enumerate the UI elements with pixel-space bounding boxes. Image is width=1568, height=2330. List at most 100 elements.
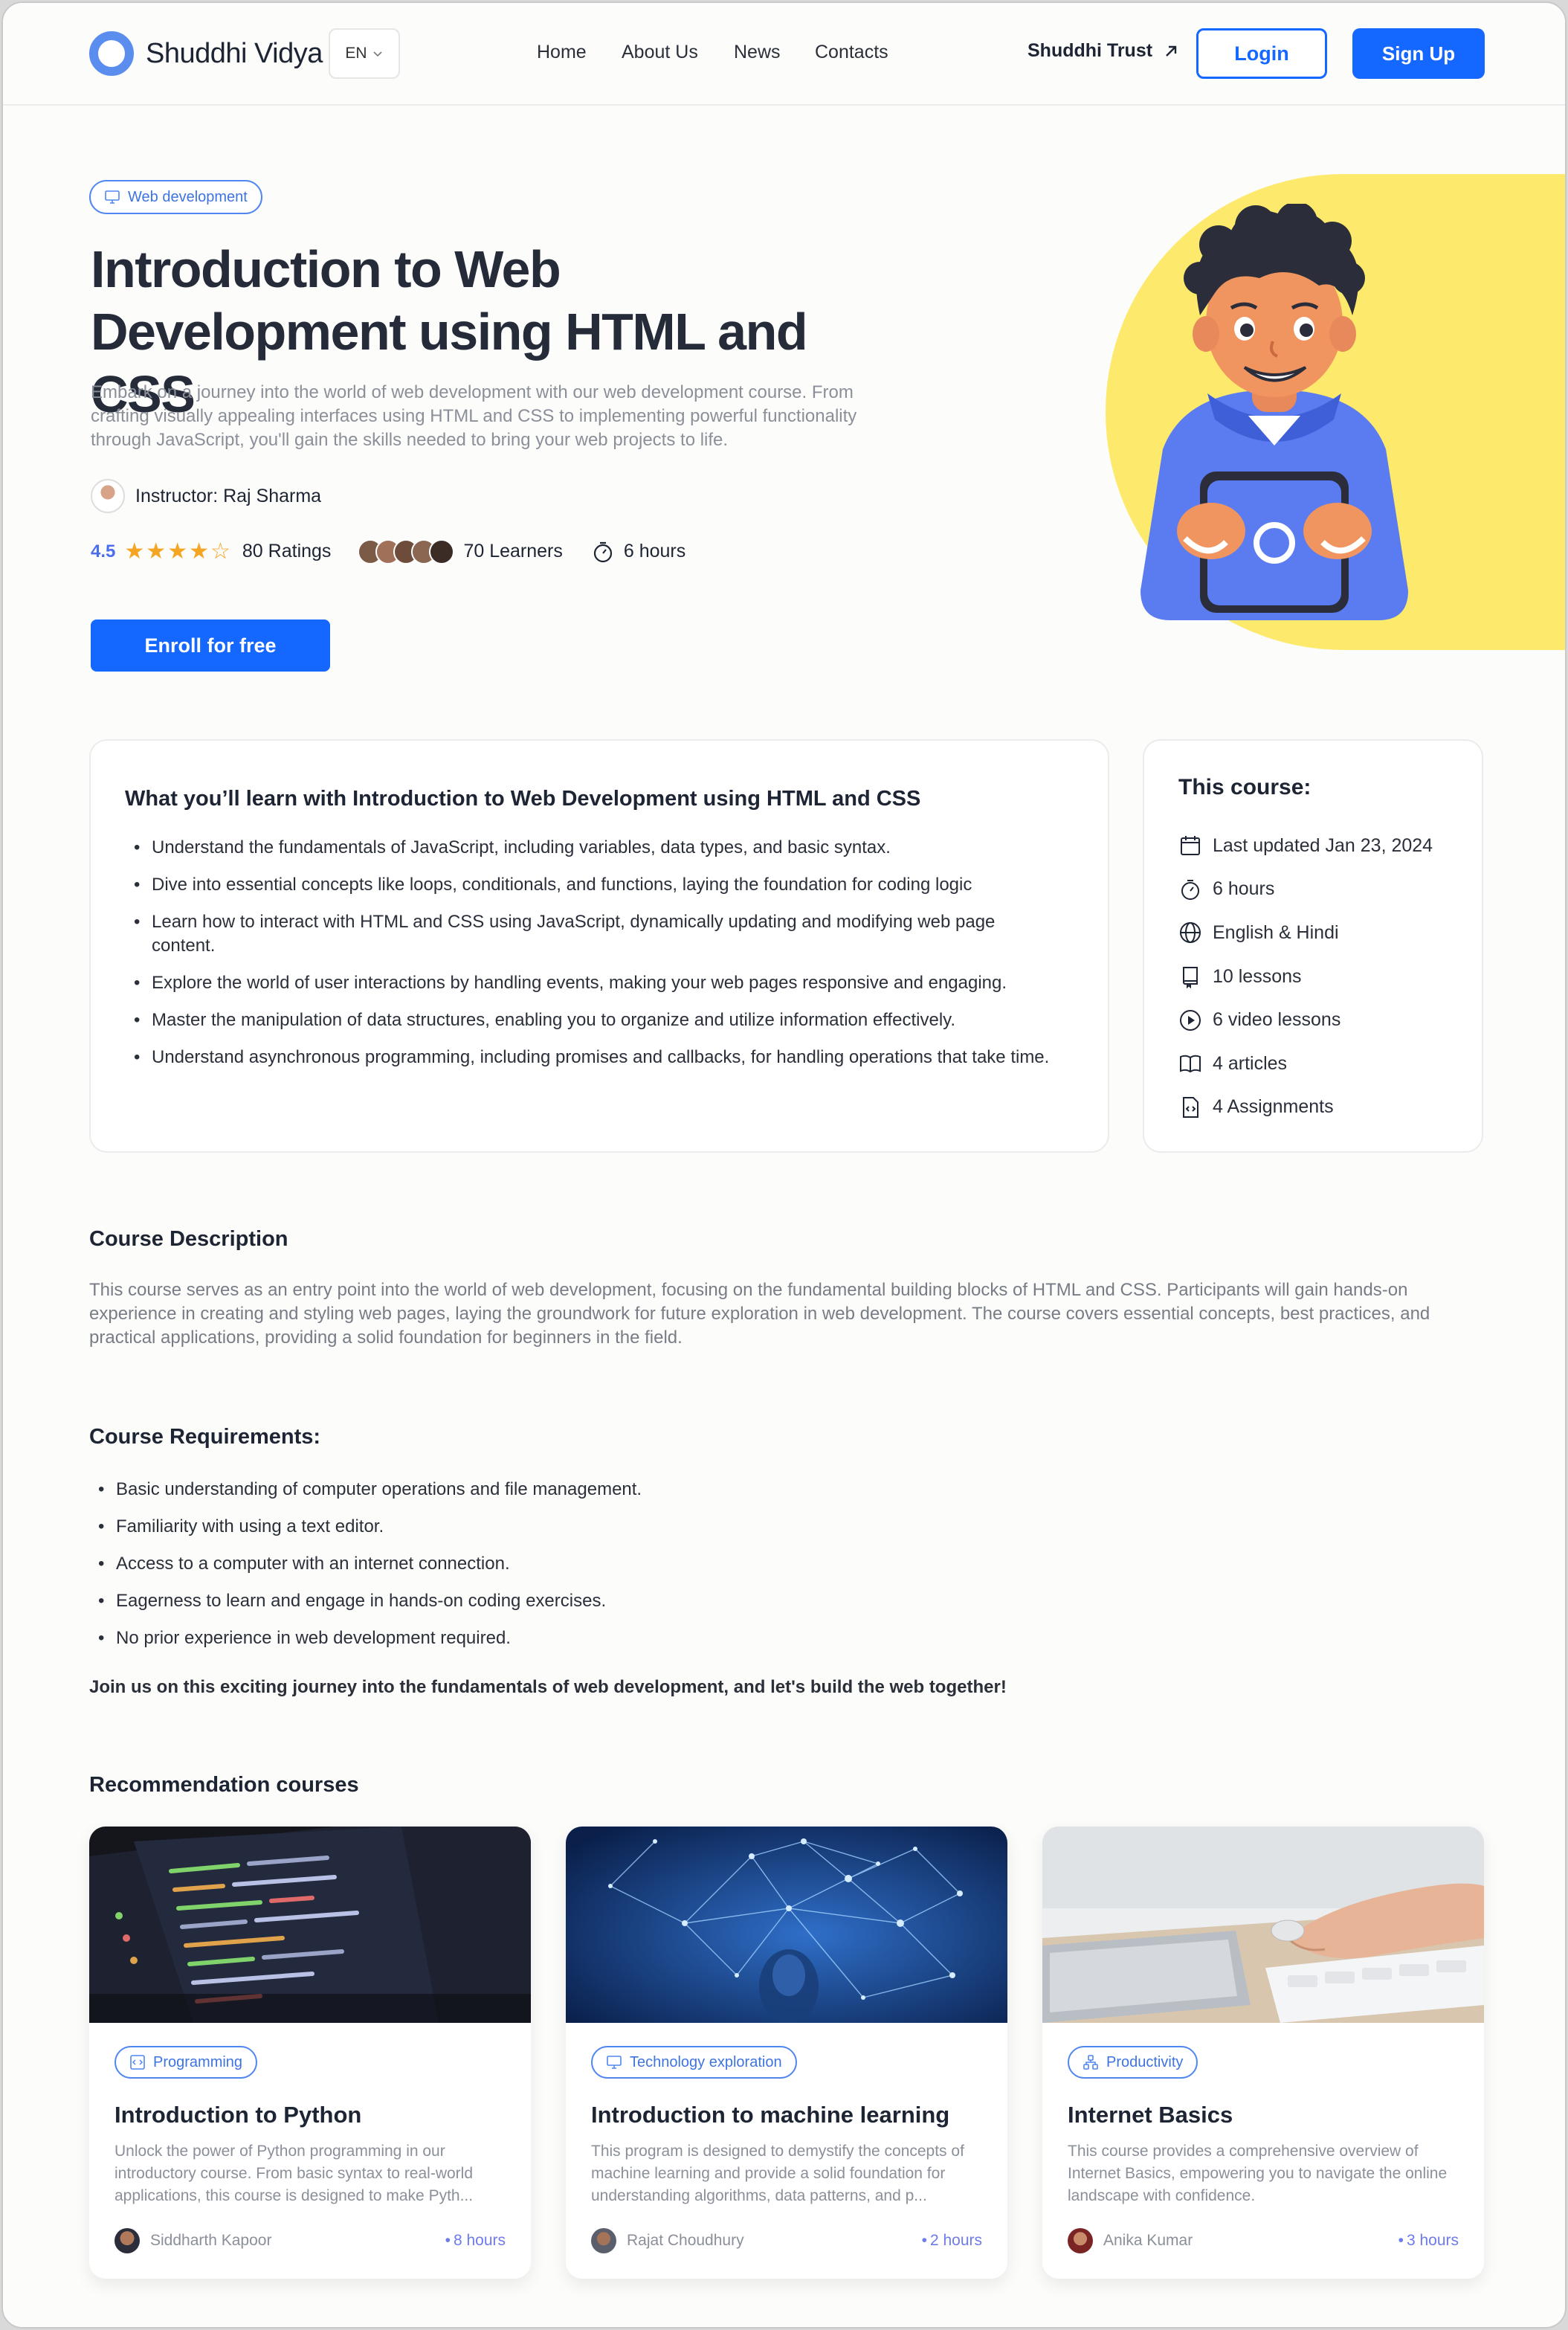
course-info-updated: Last updated Jan 23, 2024 bbox=[1178, 824, 1433, 868]
learn-item: Understand asynchronous programming, inc… bbox=[125, 1046, 1062, 1069]
author-name: Siddharth Kapoor bbox=[150, 2232, 272, 2249]
learn-item: Learn how to interact with HTML and CSS … bbox=[125, 910, 1062, 958]
course-card-duration: 2 hours bbox=[922, 2232, 982, 2250]
code-file-icon bbox=[1183, 1096, 1198, 1118]
closing-statement: Join us on this exciting journey into th… bbox=[89, 1677, 1007, 1697]
course-card-description: This course provides a comprehensive ove… bbox=[1068, 2143, 1448, 2204]
login-button[interactable]: Login bbox=[1196, 28, 1327, 79]
course-card-author: Siddharth Kapoor bbox=[114, 2228, 271, 2253]
calendar-icon bbox=[1181, 836, 1200, 856]
course-tag[interactable]: Technology exploration bbox=[591, 2046, 797, 2079]
keyboard-hand-image bbox=[1042, 1827, 1484, 2023]
learn-item: Understand the fundamentals of JavaScrip… bbox=[125, 836, 1062, 860]
course-info-text: 6 video lessons bbox=[1213, 1009, 1341, 1031]
course-card-description: This program is designed to demystify th… bbox=[591, 2143, 964, 2204]
chevron-down-icon bbox=[373, 51, 382, 57]
shuddhi-trust-link[interactable]: Shuddhi Trust bbox=[1027, 40, 1179, 62]
duration: 6 hours bbox=[591, 540, 685, 564]
requirement-item: Basic understanding of computer operatio… bbox=[89, 1477, 642, 1514]
category-tag[interactable]: Web development bbox=[89, 180, 262, 214]
author-avatar bbox=[114, 2228, 140, 2253]
star-icon: ★ bbox=[189, 539, 209, 564]
requirements-list: Basic understanding of computer operatio… bbox=[89, 1477, 642, 1663]
top-navbar: Shuddhi Vidya EN Home About Us News Cont… bbox=[3, 3, 1565, 106]
nav-about-us[interactable]: About Us bbox=[622, 42, 698, 63]
course-tag-label: Productivity bbox=[1106, 2053, 1184, 2070]
course-card-title: Introduction to machine learning bbox=[591, 2102, 950, 2128]
logo-ring-icon bbox=[89, 31, 134, 76]
nav-home[interactable]: Home bbox=[537, 42, 587, 63]
monitor-icon bbox=[105, 190, 120, 204]
learn-panel: What you’ll learn with Introduction to W… bbox=[89, 739, 1109, 1153]
course-card-author: Anika Kumar bbox=[1068, 2228, 1193, 2253]
student-illustration bbox=[1140, 204, 1408, 620]
nav-contacts[interactable]: Contacts bbox=[815, 42, 888, 63]
course-card-footer: Anika Kumar 3 hours bbox=[1068, 2228, 1459, 2253]
signup-button[interactable]: Sign Up bbox=[1352, 28, 1485, 79]
code-laptop-image bbox=[89, 1827, 531, 2023]
learn-item: Dive into essential concepts like loops,… bbox=[125, 873, 1062, 897]
course-card-machine-learning[interactable]: Technology exploration Introduction to m… bbox=[566, 1827, 1007, 2279]
author-avatar bbox=[1068, 2228, 1093, 2253]
author-name: Rajat Choudhury bbox=[627, 2232, 744, 2249]
course-card-internet-basics[interactable]: Productivity Internet Basics This course… bbox=[1042, 1827, 1484, 2279]
requirement-item: Familiarity with using a text editor. bbox=[89, 1514, 642, 1551]
star-icon: ★ bbox=[124, 539, 145, 564]
description-heading: Course Description bbox=[89, 1227, 288, 1251]
course-card-duration: 3 hours bbox=[1398, 2232, 1459, 2250]
course-info-text: 4 articles bbox=[1213, 1052, 1288, 1074]
course-card-title: Internet Basics bbox=[1068, 2102, 1233, 2128]
requirement-item: Access to a computer with an internet co… bbox=[89, 1551, 642, 1589]
instructor: Instructor: Raj Sharma bbox=[91, 479, 321, 513]
learn-item: Explore the world of user interactions b… bbox=[125, 971, 1062, 995]
course-stats: 4.5 ★ ★ ★ ★ ☆ 80 Ratings 70 Learners 6 h… bbox=[91, 538, 685, 564]
course-info-language: English & Hindi bbox=[1178, 911, 1433, 955]
learn-title: What you’ll learn with Introduction to W… bbox=[125, 787, 921, 811]
star-icon: ★ bbox=[146, 539, 167, 564]
course-card-duration: 8 hours bbox=[445, 2232, 506, 2250]
requirement-item: Eagerness to learn and engage in hands-o… bbox=[89, 1589, 642, 1626]
open-book-icon bbox=[1180, 1055, 1201, 1073]
recommendations-heading: Recommendation courses bbox=[89, 1773, 359, 1797]
course-card-python[interactable]: Programming Introduction to Python Unloc… bbox=[89, 1827, 531, 2279]
course-tag[interactable]: Programming bbox=[114, 2046, 258, 2079]
course-info-text: 6 hours bbox=[1213, 878, 1275, 900]
rating-value: 4.5 bbox=[91, 541, 116, 561]
ai-network-image bbox=[566, 1827, 1007, 2023]
course-info-text: 10 lessons bbox=[1213, 965, 1302, 987]
sitemap-icon bbox=[1083, 2055, 1098, 2070]
nav-news[interactable]: News bbox=[734, 42, 781, 63]
globe-icon bbox=[1180, 922, 1201, 944]
external-arrow-icon bbox=[1166, 45, 1177, 57]
monitor-icon bbox=[607, 2056, 622, 2069]
page-frame: Shuddhi Vidya EN Home About Us News Cont… bbox=[1, 1, 1567, 2329]
course-info-videos: 6 video lessons bbox=[1178, 998, 1433, 1042]
course-info-lessons: 10 lessons bbox=[1178, 955, 1433, 999]
shuddhi-trust-label: Shuddhi Trust bbox=[1027, 40, 1153, 61]
learn-item: Master the manipulation of data structur… bbox=[125, 1008, 1062, 1032]
duration-value: 6 hours bbox=[623, 541, 686, 561]
description-text: This course serves as an entry point int… bbox=[89, 1280, 1430, 1348]
course-card-author: Rajat Choudhury bbox=[591, 2228, 744, 2253]
course-info-panel: This course: Last updated Jan 23, 2024 6… bbox=[1143, 739, 1483, 1153]
learners-count: 70 Learners bbox=[463, 541, 563, 561]
course-card-title: Introduction to Python bbox=[114, 2102, 362, 2128]
star-icon: ★ bbox=[167, 539, 188, 564]
language-selector[interactable]: EN bbox=[329, 28, 400, 79]
course-card-footer: Siddharth Kapoor 8 hours bbox=[114, 2228, 506, 2253]
course-card-description: Unlock the power of Python programming i… bbox=[114, 2143, 474, 2204]
course-tag[interactable]: Productivity bbox=[1068, 2046, 1198, 2079]
author-name: Anika Kumar bbox=[1103, 2232, 1193, 2249]
enroll-button[interactable]: Enroll for free bbox=[91, 619, 330, 672]
category-tag-label: Web development bbox=[128, 188, 248, 205]
course-info-assignments: 4 Assignments bbox=[1178, 1086, 1433, 1130]
course-summary: Embark on a journey into the world of we… bbox=[91, 382, 857, 450]
course-info-articles: 4 articles bbox=[1178, 1042, 1433, 1086]
instructor-name: Instructor: Raj Sharma bbox=[135, 485, 322, 506]
star-outline-icon: ☆ bbox=[210, 539, 230, 564]
logo[interactable]: Shuddhi Vidya bbox=[89, 31, 323, 76]
learn-list: Understand the fundamentals of JavaScrip… bbox=[125, 836, 1062, 1083]
stopwatch-icon bbox=[1181, 879, 1199, 900]
course-info-text: 4 Assignments bbox=[1213, 1096, 1334, 1118]
course-tag-label: Programming bbox=[153, 2053, 243, 2070]
